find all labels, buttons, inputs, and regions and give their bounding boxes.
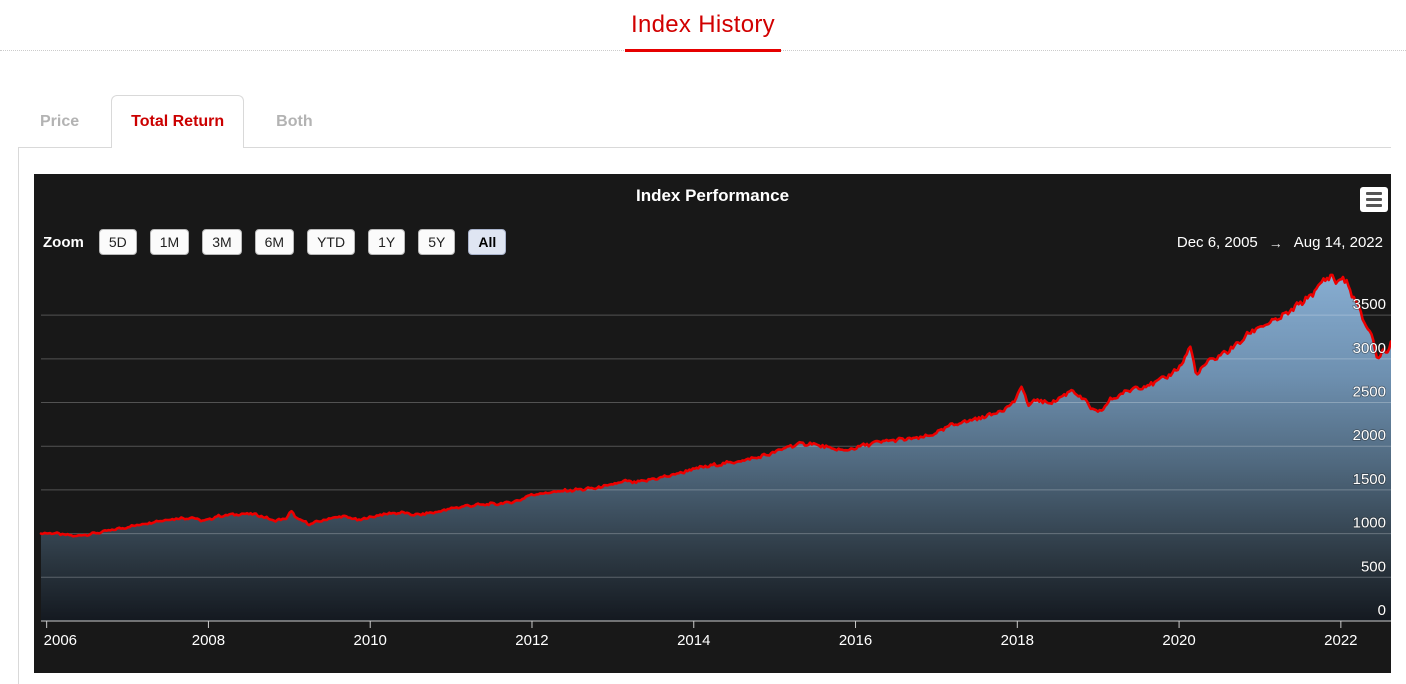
x-axis-label: 2020 bbox=[1162, 632, 1195, 649]
tab-total-return[interactable]: Total Return bbox=[111, 95, 244, 148]
chart-plot-area[interactable]: 0 500 1000 1500 2000 2500 3000 3500 2006 2008 2010… bbox=[34, 174, 1391, 673]
page-title: Index History bbox=[0, 0, 1406, 39]
title-underline bbox=[625, 49, 781, 52]
y-axis-label: 2500 bbox=[1353, 384, 1386, 401]
x-axis-label: 2014 bbox=[677, 632, 710, 649]
x-axis-label: 2006 bbox=[44, 632, 77, 649]
tab-price-label: Price bbox=[40, 113, 79, 131]
x-axis-label: 2008 bbox=[192, 632, 225, 649]
y-axis-label: 1500 bbox=[1353, 471, 1386, 488]
y-axis-label: 500 bbox=[1361, 558, 1386, 575]
y-axis-label: 0 bbox=[1378, 602, 1386, 619]
total-return-area bbox=[41, 275, 1391, 621]
x-axis-label: 2018 bbox=[1001, 632, 1034, 649]
tab-both[interactable]: Both bbox=[256, 95, 332, 147]
y-axis-label: 3000 bbox=[1353, 340, 1386, 357]
tab-bar: Price Total Return Both bbox=[20, 95, 1406, 147]
x-axis-label: 2010 bbox=[354, 632, 387, 649]
tab-price[interactable]: Price bbox=[20, 95, 99, 147]
y-axis-label: 3500 bbox=[1353, 296, 1386, 313]
x-axis-label: 2022 bbox=[1324, 632, 1357, 649]
index-performance-chart: Index Performance Zoom 5D1M3M6MYTD1Y5YAl… bbox=[34, 174, 1391, 673]
y-axis-label: 1000 bbox=[1353, 515, 1386, 532]
tab-content-panel: Index Performance Zoom 5D1M3M6MYTD1Y5YAl… bbox=[18, 147, 1391, 684]
tab-both-label: Both bbox=[276, 113, 312, 131]
y-axis-label: 2000 bbox=[1353, 427, 1386, 444]
x-axis-label: 2012 bbox=[515, 632, 548, 649]
x-axis-label: 2016 bbox=[839, 632, 872, 649]
tab-total-return-label: Total Return bbox=[131, 113, 224, 131]
page-header: Index History bbox=[0, 0, 1406, 51]
